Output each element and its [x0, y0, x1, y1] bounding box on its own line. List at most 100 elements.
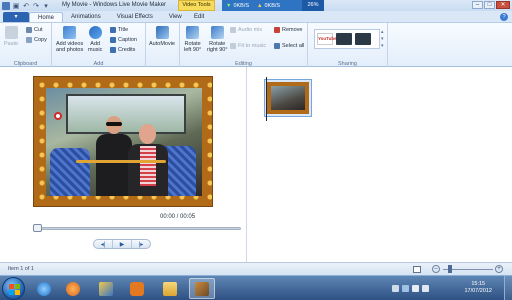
system-tray	[392, 276, 512, 300]
rotate-right-button[interactable]: Rotate right 90°	[207, 26, 228, 53]
internet-explorer-icon	[37, 281, 51, 296]
show-desktop-button[interactable]	[504, 276, 512, 300]
download-arrow-icon: ▼	[226, 2, 232, 9]
seek-bar[interactable]	[33, 227, 241, 230]
person-left	[96, 116, 132, 196]
gallery-scroll[interactable]: ▴ ▾ ▾	[381, 29, 386, 49]
play-button[interactable]: ▶	[113, 240, 132, 248]
audio-mix-label: Audio mix	[238, 27, 263, 33]
copy-label: Copy	[34, 37, 47, 43]
caption-label: Caption	[118, 37, 137, 43]
bus-seat-left	[50, 148, 90, 196]
clock[interactable]: 15:15 17/07/2012	[464, 281, 492, 295]
network-percent: 26%	[302, 0, 324, 11]
window-controls: – □ ✕	[472, 1, 510, 9]
zoom-slider-thumb[interactable]	[448, 265, 452, 273]
striped-shirt	[140, 146, 156, 186]
playhead[interactable]	[266, 77, 267, 121]
ribbon-tab-row: ▾ Home Animations Visual Effects View Ed…	[0, 11, 512, 22]
undo-icon[interactable]: ↶	[22, 2, 30, 10]
paste-label: Paste	[4, 41, 19, 47]
tab-visual-effects[interactable]: Visual Effects	[109, 12, 161, 22]
upload-speed: 0KB/S	[264, 2, 281, 9]
audio-mix-icon	[230, 27, 236, 33]
volume-icon[interactable]	[422, 285, 429, 292]
tray-flag-icon[interactable]	[402, 285, 409, 292]
tray-arrow-icon[interactable]	[392, 285, 399, 292]
no-entry-sign	[54, 112, 62, 120]
help-icon[interactable]: ?	[500, 13, 508, 21]
tab-edit[interactable]: Edit	[186, 12, 212, 22]
preview-pane: 00:00 / 00:05 ◂| ▶ |▸	[0, 67, 247, 262]
file-menu-button[interactable]: ▾	[3, 12, 29, 22]
folder-icon	[163, 281, 177, 296]
taskbar-messenger[interactable]	[124, 278, 150, 299]
zoom-out-button[interactable]: –	[432, 265, 440, 273]
copy-button[interactable]: Copy	[26, 37, 47, 43]
taskbar-ie[interactable]	[31, 278, 57, 299]
cut-button[interactable]: Cut	[26, 27, 43, 33]
add-videos-photos-button[interactable]: Add videos and photos	[56, 26, 83, 53]
network-meter: ▼ 0KB/S ▲ 0KB/S 26%	[222, 0, 324, 11]
redo-icon[interactable]: ↷	[32, 2, 40, 10]
automovie-button[interactable]: AutoMovie	[149, 26, 175, 47]
taskbar-movie-maker[interactable]	[189, 278, 215, 299]
zoom-in-button[interactable]: +	[495, 265, 503, 273]
add-videos-label: Add videos and photos	[56, 41, 84, 53]
previous-frame-button[interactable]: ◂|	[94, 240, 113, 248]
sharing-gallery: YouTube	[314, 29, 380, 49]
add-music-label: Add music	[88, 41, 103, 53]
title-button[interactable]: Title	[110, 27, 128, 33]
storyboard-clip[interactable]	[264, 77, 312, 121]
app-icon[interactable]	[2, 1, 10, 10]
network-icon[interactable]	[412, 285, 419, 292]
quick-access-toolbar: ▣ ↶ ↷ ▾	[0, 0, 50, 11]
remove-label: Remove	[282, 27, 303, 33]
windows-logo-icon	[9, 284, 20, 295]
credits-button[interactable]: Credits	[110, 47, 135, 53]
tab-animations[interactable]: Animations	[63, 12, 109, 22]
add-music-button[interactable]: Add music	[88, 26, 102, 53]
scissors-icon	[26, 27, 32, 33]
audio-mix-button[interactable]: Audio mix	[230, 27, 262, 33]
paste-button[interactable]: Paste	[4, 26, 18, 47]
download-speed: 0KB/S	[233, 2, 250, 9]
tab-home[interactable]: Home	[29, 12, 64, 22]
next-frame-button[interactable]: |▸	[132, 240, 150, 248]
ribbon: Paste Cut Copy Clipboard Add videos and …	[0, 22, 512, 68]
seek-thumb[interactable]	[33, 224, 42, 232]
taskbar-explorer[interactable]	[157, 278, 183, 299]
remove-button[interactable]: Remove	[274, 27, 302, 33]
status-bar: Item 1 of 1 – +	[0, 262, 512, 275]
upload-arrow-icon: ▲	[257, 2, 263, 9]
rotate-left-button[interactable]: Rotate left 90°	[184, 26, 201, 53]
thumbnail-size-icon[interactable]	[413, 266, 421, 273]
qat-dropdown-icon[interactable]: ▾	[42, 2, 50, 10]
fit-to-music-icon	[230, 43, 236, 49]
close-button[interactable]: ✕	[496, 1, 510, 9]
taskbar-media-player[interactable]	[60, 278, 86, 299]
share-device-icon[interactable]	[336, 33, 352, 45]
select-all-label: Select all	[282, 43, 305, 49]
credits-label: Credits	[118, 47, 136, 53]
fit-to-music-button[interactable]: Fit to music	[230, 43, 266, 49]
taskbar-paint[interactable]	[93, 278, 119, 299]
youtube-share-button[interactable]: YouTube	[317, 33, 337, 45]
share-hd-icon[interactable]	[355, 33, 371, 45]
paste-icon	[4, 26, 18, 39]
taskbar: 15:15 17/07/2012	[0, 275, 512, 300]
automovie-icon	[155, 26, 169, 39]
caption-button[interactable]: Caption	[110, 37, 137, 43]
start-button[interactable]	[2, 277, 25, 300]
maximize-button[interactable]: □	[484, 1, 495, 9]
video-preview[interactable]	[33, 76, 213, 207]
editing-group: Rotate left 90° Rotate right 90° Audio m…	[180, 23, 308, 68]
minimize-button[interactable]: –	[472, 1, 483, 9]
select-all-button[interactable]: Select all	[274, 43, 304, 49]
save-icon[interactable]: ▣	[12, 2, 20, 10]
rotate-right-label: Rotate right 90°	[207, 41, 228, 53]
sunglasses	[106, 122, 122, 126]
handrail	[76, 160, 166, 163]
storyboard	[248, 67, 512, 262]
sharing-group: YouTube ▴ ▾ ▾ Sharing	[308, 23, 388, 68]
